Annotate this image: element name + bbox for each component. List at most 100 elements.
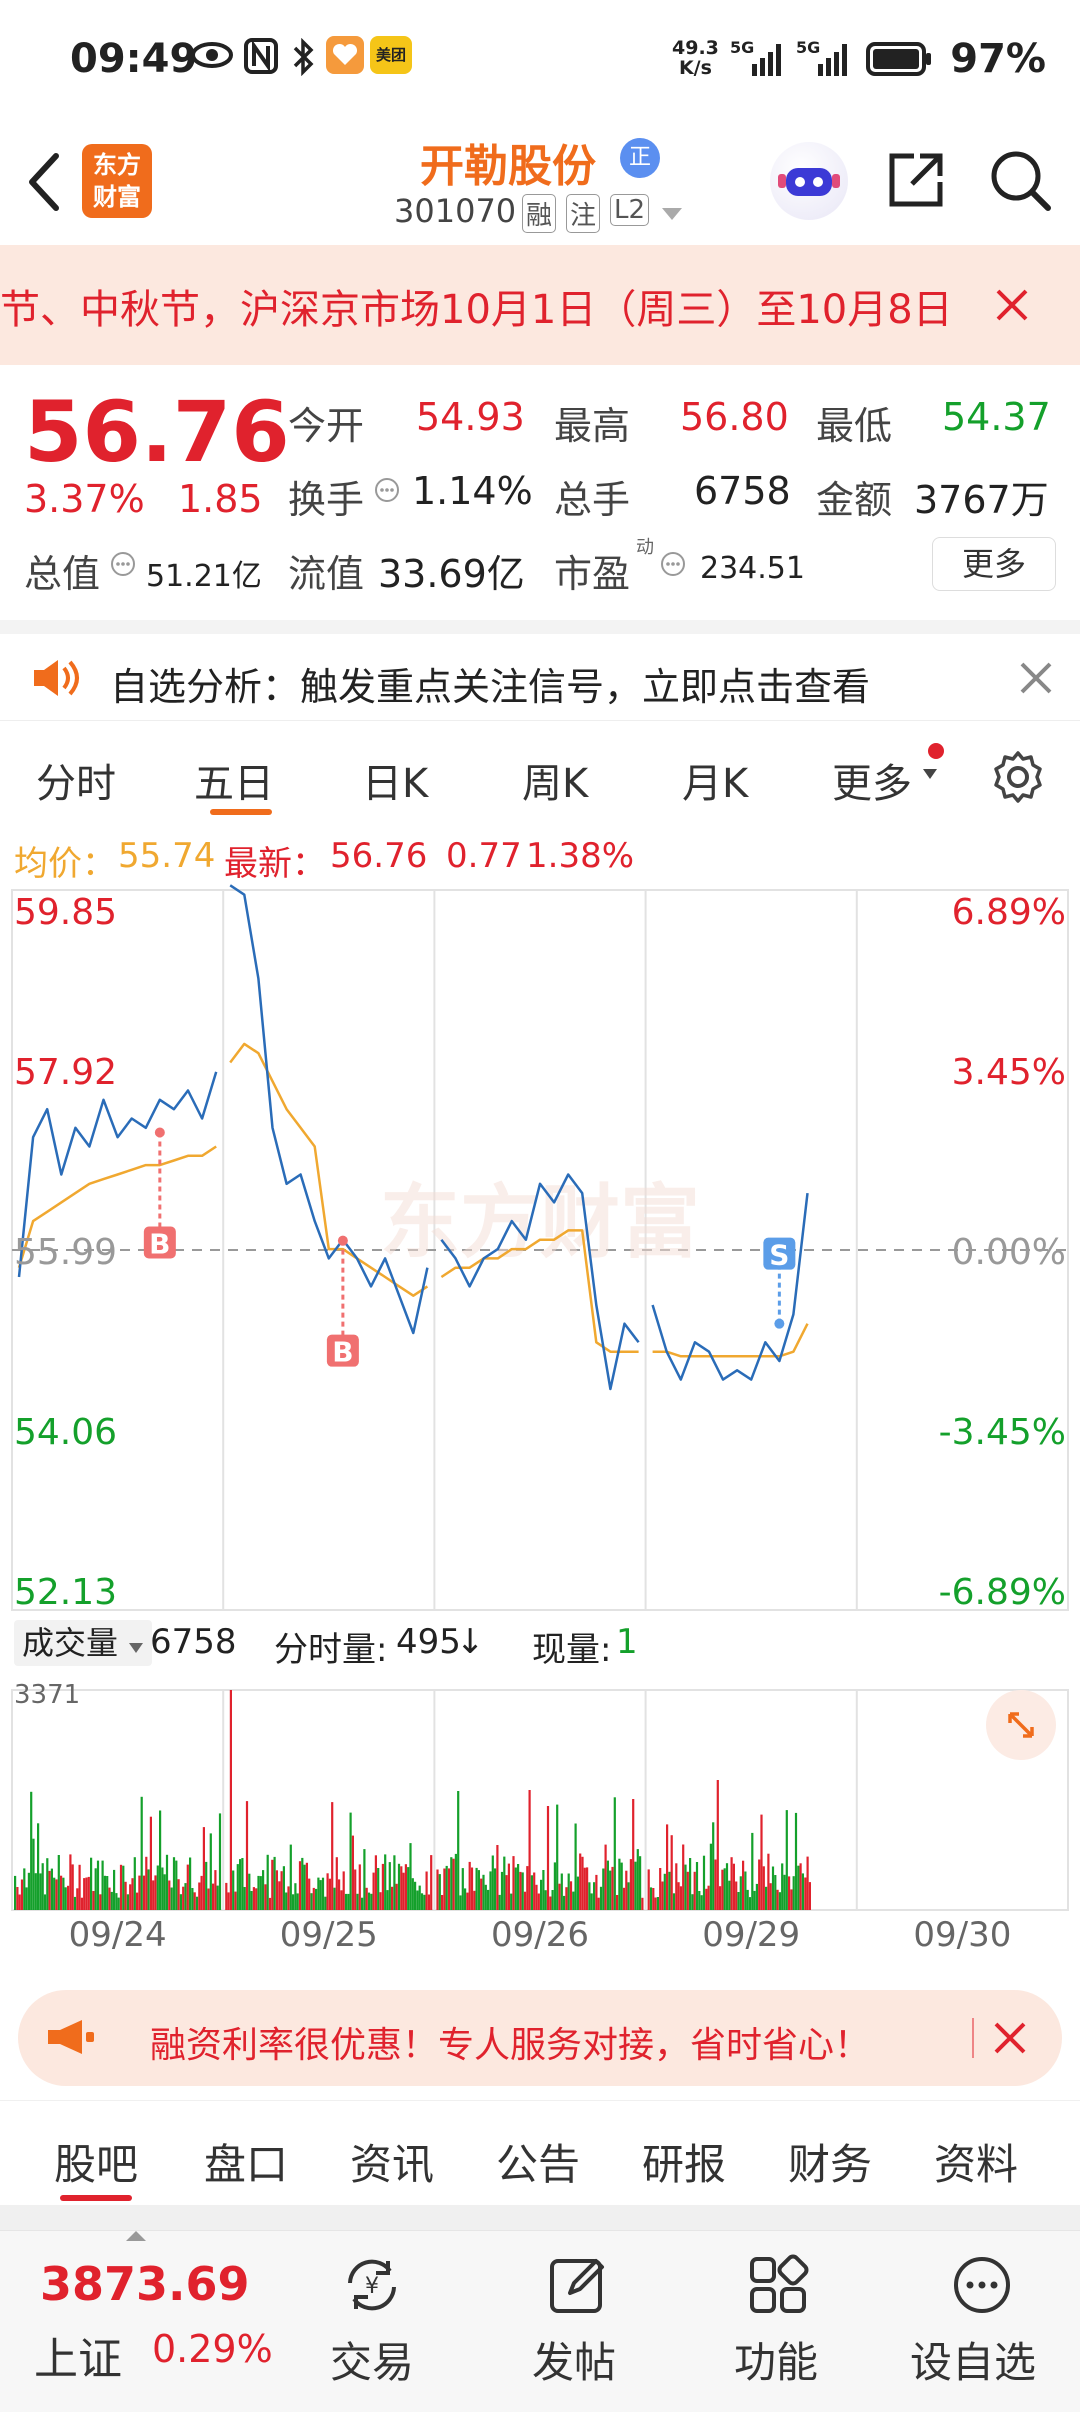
volume-bar [758,1859,761,1910]
banner-close-icon[interactable] [992,285,1032,329]
post-icon[interactable] [546,2253,610,2321]
volume-bar [781,1863,784,1910]
volume-bar [751,1832,754,1910]
trade-icon[interactable]: ¥ [336,2253,408,2321]
tab-day-k[interactable]: 日K [362,751,428,809]
function-grid-icon[interactable] [746,2253,810,2321]
post-label[interactable]: 发帖 [532,2329,616,2390]
tab-week-k[interactable]: 周K [522,751,588,809]
volume-bar [349,1812,352,1910]
margin-ad-banner[interactable]: 融资利率很优惠！专人服务对接，省时省心！ [18,1990,1062,2086]
tab-pankou[interactable]: 盘口 [204,2131,288,2192]
volume-bar [388,1862,391,1910]
stock-header: 东方 财富 开勒股份 正 301070 融 注 L2 [0,120,1080,245]
battery-percent: 97% [950,36,1046,82]
info-tabs: 股吧 盘口 资讯 公告 研报 财务 资料 [0,2100,1080,2205]
volume-bar [512,1856,515,1910]
volume-bar [361,1897,364,1910]
volume-bar [92,1891,95,1910]
search-icon[interactable] [986,146,1054,218]
volume-bar [801,1873,804,1910]
volume-bar [365,1887,368,1910]
notice-close-icon[interactable] [1018,660,1054,700]
volume-bar [641,1897,644,1910]
volume-bar [533,1872,536,1910]
trade-label[interactable]: 交易 [330,2329,414,2390]
volume-bar [739,1876,742,1910]
volume-bar [418,1885,421,1910]
mktcap-value: 51.21亿 [146,559,262,594]
tab-research[interactable]: 研报 [642,2131,726,2192]
volume-bar [459,1895,462,1910]
volume-bar [367,1892,371,1910]
tab-more[interactable]: 更多 [832,751,912,809]
volume-bar [549,1896,552,1910]
volume-bar [526,1866,529,1910]
tab-finance[interactable]: 财务 [788,2131,872,2192]
volume-bar [278,1881,281,1910]
back-button[interactable] [24,150,64,218]
expand-icon[interactable] [986,1690,1056,1760]
analysis-notice[interactable]: 自选分析：触发重点关注信号，立即点击查看 [0,620,1080,720]
volume-bar [544,1890,547,1910]
five-day-chart[interactable]: 东方财富 B B S 59.85 57.92 55.99 54.06 52.13 6.89%… [0,880,1080,1970]
tab-profile[interactable]: 资料 [934,2131,1018,2192]
pe-info-icon[interactable] [660,551,686,581]
tab-guba[interactable]: 股吧 [54,2131,138,2192]
tag-l2[interactable]: L2 [610,194,650,226]
tab-intraday[interactable]: 分时 [36,751,116,809]
volume-bar [748,1897,752,1910]
assistant-robot-icon[interactable] [770,142,848,220]
volume-bar [530,1875,533,1910]
volume-bar [168,1880,171,1910]
volume-bar [762,1866,765,1910]
tab-news[interactable]: 资讯 [350,2131,434,2192]
add-watch-label[interactable]: 设自选 [910,2329,1036,2390]
volume-total: 6758 [150,1622,237,1662]
volume-bar [142,1875,146,1910]
gear-icon[interactable] [990,749,1046,809]
stock-name[interactable]: 开勒股份 [420,130,596,194]
volume-bar [101,1860,104,1910]
more-button[interactable]: 更多 [932,537,1056,591]
volume-bar [430,1855,433,1910]
volume-bar [447,1868,451,1910]
volume-label: 总手 [554,478,631,522]
volume-bar [239,1859,242,1910]
chevron-down-icon[interactable] [660,206,684,226]
meituan-app-icon: 美团 [370,36,412,74]
volume-bar [229,1690,232,1910]
volume-bar [259,1876,262,1910]
holiday-banner[interactable]: 节、中秋节，沪深京市场10月1日（周三）至10月8日 [0,245,1080,365]
volume-bar [523,1891,527,1910]
turnover-info-icon[interactable] [374,477,400,507]
volume-bar [799,1863,802,1910]
signal-1-icon [752,42,786,80]
index-value[interactable]: 3873.69 [40,2257,250,2311]
volume-bar [321,1877,325,1910]
mktcap-info-icon[interactable] [110,551,136,581]
volume-bar [310,1893,313,1910]
volume-bar [234,1891,237,1910]
volume-bar [393,1855,396,1910]
volume-bar [491,1855,494,1910]
share-icon[interactable] [884,148,948,216]
tab-announcements[interactable]: 公告 [496,2131,580,2192]
speaker-icon [30,656,80,704]
chart-canvas[interactable]: 东方财富 B B S 59.85 57.92 55.99 54.06 52.13 6.89%… [0,880,1080,1970]
index-name[interactable]: 上证 [34,2323,122,2387]
volume-bar [721,1869,724,1910]
tab-month-k[interactable]: 月K [682,751,748,809]
volume-bar [542,1870,545,1910]
volume-bar [243,1887,246,1910]
volume-bar [656,1897,659,1910]
eastmoney-logo[interactable]: 东方 财富 [82,144,152,218]
now-volume-label: 现量: [532,1630,612,1670]
more-dots-icon[interactable] [950,2253,1014,2321]
volume-bar [553,1862,556,1910]
tab-five-day[interactable]: 五日 [194,751,274,809]
function-label[interactable]: 功能 [734,2329,818,2390]
volume-indicator-select[interactable]: 成交量 [14,1620,153,1666]
ad-close-icon[interactable] [990,2018,1030,2062]
volume-bar [76,1888,79,1910]
